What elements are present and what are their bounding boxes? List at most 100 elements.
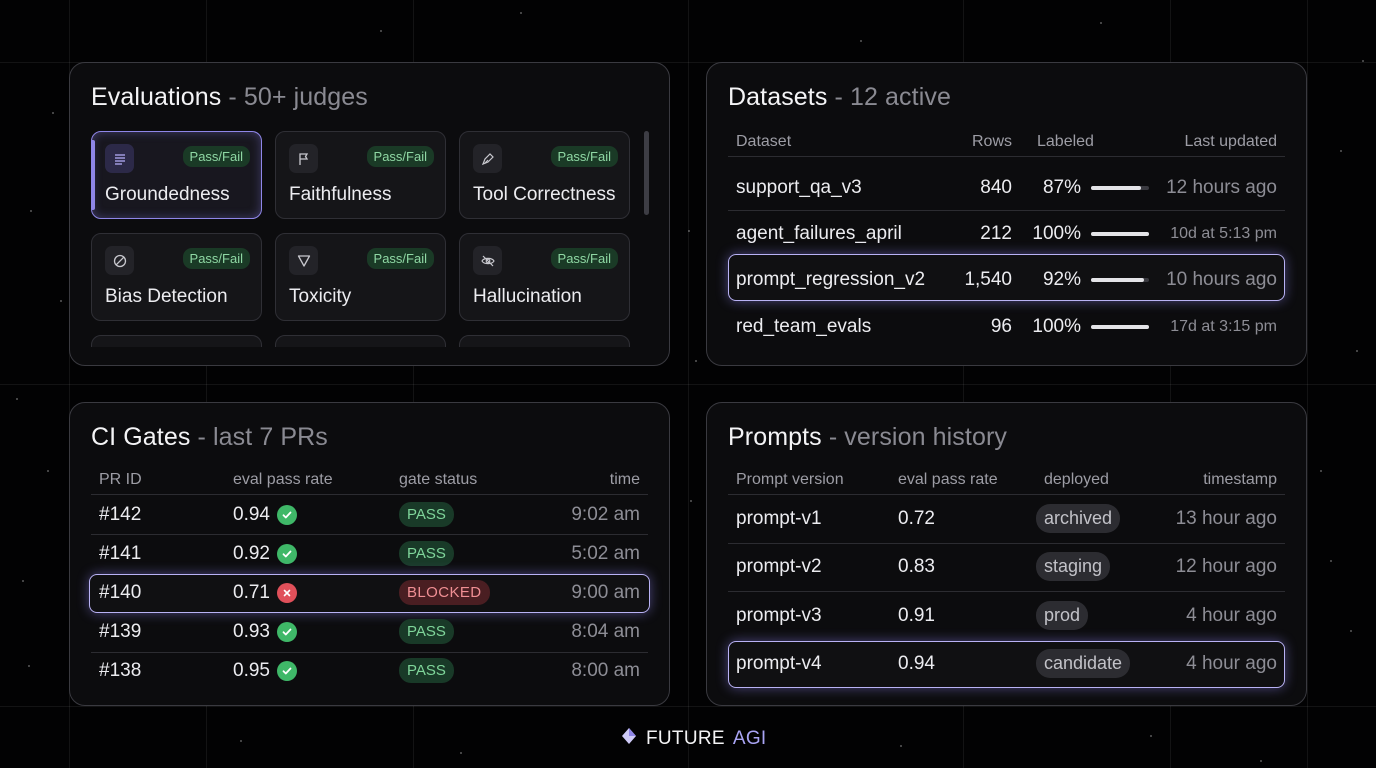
col-header-eval-pass-rate: eval pass rate xyxy=(898,471,998,488)
dataset-name[interactable]: support_qa_v3 xyxy=(736,177,862,199)
eval-pass-rate: 0.93 xyxy=(233,621,270,643)
eval-card-label: Tool Correctness xyxy=(473,184,616,205)
star-dot xyxy=(1260,760,1262,762)
datasets-title-sub: - 12 active xyxy=(827,83,951,111)
row-divider xyxy=(728,591,1285,593)
prompt-timestamp: 12 hour ago xyxy=(1175,556,1277,578)
eval-card-groundedness[interactable]: Pass/Fail Groundedness xyxy=(91,131,262,219)
col-header-rows: Rows xyxy=(971,133,1012,150)
dataset-name[interactable]: red_team_evals xyxy=(736,316,871,338)
prompt-version[interactable]: prompt-v4 xyxy=(736,653,822,675)
labeled-progress-bar xyxy=(1091,231,1149,236)
pass-fail-badge: Pass/Fail xyxy=(366,146,434,167)
star-dot xyxy=(16,398,18,400)
eval-card-bias-detection[interactable]: Pass/Fail Bias Detection xyxy=(91,233,262,321)
pr-time: 5:02 am xyxy=(571,542,640,564)
pr-id[interactable]: #142 xyxy=(99,504,141,526)
diamond-logo-icon xyxy=(620,727,638,751)
dataset-row-count: 1,540 xyxy=(964,268,1012,290)
evaluations-panel: Evaluations - 50+ judges Pass/Fail Groun… xyxy=(69,62,670,366)
highlighted-row[interactable] xyxy=(89,574,650,613)
dataset-row-count: 96 xyxy=(990,315,1012,337)
pr-time: 8:04 am xyxy=(571,621,640,643)
col-header-time: time xyxy=(609,471,640,488)
col-header-deployed: deployed xyxy=(1044,471,1109,488)
deployed-status-badge: candidate xyxy=(1036,648,1131,678)
brand-name-part2: AGI xyxy=(732,728,767,749)
col-header-eval-pass-rate: eval pass rate xyxy=(233,471,333,488)
star-dot xyxy=(860,40,862,42)
dataset-row-count: 212 xyxy=(980,222,1012,244)
dataset-name[interactable]: prompt_regression_v2 xyxy=(736,269,925,291)
x-circle-icon xyxy=(277,583,297,603)
prompt-version[interactable]: prompt-v1 xyxy=(736,508,822,530)
star-dot xyxy=(900,745,902,747)
labeled-progress-bar xyxy=(1091,324,1149,329)
dataset-last-updated: 10d at 5:13 pm xyxy=(1170,224,1277,242)
col-header-labeled: Labeled xyxy=(1037,133,1094,150)
header-divider xyxy=(728,494,1285,495)
evaluations-title-main: Evaluations xyxy=(91,83,222,111)
eval-card-faithfulness[interactable]: Pass/Fail Faithfulness xyxy=(275,131,446,219)
pr-time: 9:02 am xyxy=(571,503,640,525)
eval-pass-rate: 0.92 xyxy=(233,542,270,564)
pr-id[interactable]: #140 xyxy=(99,582,141,604)
pass-fail-badge: Pass/Fail xyxy=(550,146,618,167)
evaluations-title: Evaluations - 50+ judges xyxy=(91,83,368,112)
star-dot xyxy=(47,470,49,472)
evaluations-grid: Pass/Fail Groundedness Pass/Fail Faithfu… xyxy=(91,131,631,347)
eval-card-label: Bias Detection xyxy=(105,286,228,307)
prompts-panel: Prompts - version history Prompt version… xyxy=(706,402,1307,706)
pr-id[interactable]: #141 xyxy=(99,543,141,565)
labeled-progress-bar xyxy=(1091,185,1149,190)
labeled-progress-fill xyxy=(1091,324,1149,329)
pass-fail-badge: Pass/Fail xyxy=(182,146,250,167)
eval-card-partial[interactable] xyxy=(459,335,630,347)
eval-card-label: Faithfulness xyxy=(289,184,392,205)
row-divider xyxy=(91,534,648,536)
eval-card-toxicity[interactable]: Pass/Fail Toxicity xyxy=(275,233,446,321)
dataset-last-updated: 17d at 3:15 pm xyxy=(1170,317,1277,335)
gate-status-badge: PASS xyxy=(399,540,454,566)
eval-pass-rate: 0.83 xyxy=(898,556,935,578)
row-divider xyxy=(728,210,1285,211)
brand-name-part1: FUTURE xyxy=(646,728,725,749)
row-divider xyxy=(728,543,1285,545)
gate-status-badge: PASS xyxy=(399,619,454,645)
dataset-name[interactable]: agent_failures_april xyxy=(736,223,902,245)
evaluations-scrollbar[interactable] xyxy=(644,131,649,215)
prompts-title: Prompts - version history xyxy=(728,423,1007,452)
ci-gates-title-main: CI Gates xyxy=(91,423,191,451)
star-dot xyxy=(1350,630,1352,632)
eval-pass-rate: 0.91 xyxy=(898,604,935,626)
eval-card-tool-correctness[interactable]: Pass/Fail Tool Correctness xyxy=(459,131,630,219)
header-divider xyxy=(91,494,648,495)
labeled-progress-fill xyxy=(1091,231,1149,236)
star-dot xyxy=(22,580,24,582)
star-dot xyxy=(240,740,242,742)
eval-card-partial[interactable] xyxy=(91,335,262,347)
prompt-timestamp: 13 hour ago xyxy=(1175,508,1277,530)
gate-status-badge: PASS xyxy=(399,658,454,684)
future-agi-logo: FUTURE AGI xyxy=(620,727,767,751)
prompt-version[interactable]: prompt-v3 xyxy=(736,605,822,627)
star-dot xyxy=(1340,150,1342,152)
eval-card-partial[interactable] xyxy=(275,335,446,347)
eval-pass-rate: 0.72 xyxy=(898,508,935,530)
prompt-version[interactable]: prompt-v2 xyxy=(736,556,822,578)
eye-off-icon xyxy=(473,246,502,275)
prompt-timestamp: 4 hour ago xyxy=(1186,604,1277,626)
datasets-panel: Datasets - 12 active Dataset Rows Labele… xyxy=(706,62,1307,366)
eval-card-hallucination[interactable]: Pass/Fail Hallucination xyxy=(459,233,630,321)
list-lines-icon xyxy=(105,144,134,173)
prompt-timestamp: 4 hour ago xyxy=(1186,652,1277,674)
star-dot xyxy=(1320,470,1322,472)
gate-status-badge: PASS xyxy=(399,501,454,527)
eval-card-label: Toxicity xyxy=(289,286,352,307)
header-divider xyxy=(728,156,1285,157)
col-header-prompt-version: Prompt version xyxy=(736,471,844,488)
pr-id[interactable]: #139 xyxy=(99,621,141,643)
star-dot xyxy=(1100,22,1102,24)
deployed-status-badge: archived xyxy=(1036,504,1121,534)
pr-id[interactable]: #138 xyxy=(99,660,141,682)
